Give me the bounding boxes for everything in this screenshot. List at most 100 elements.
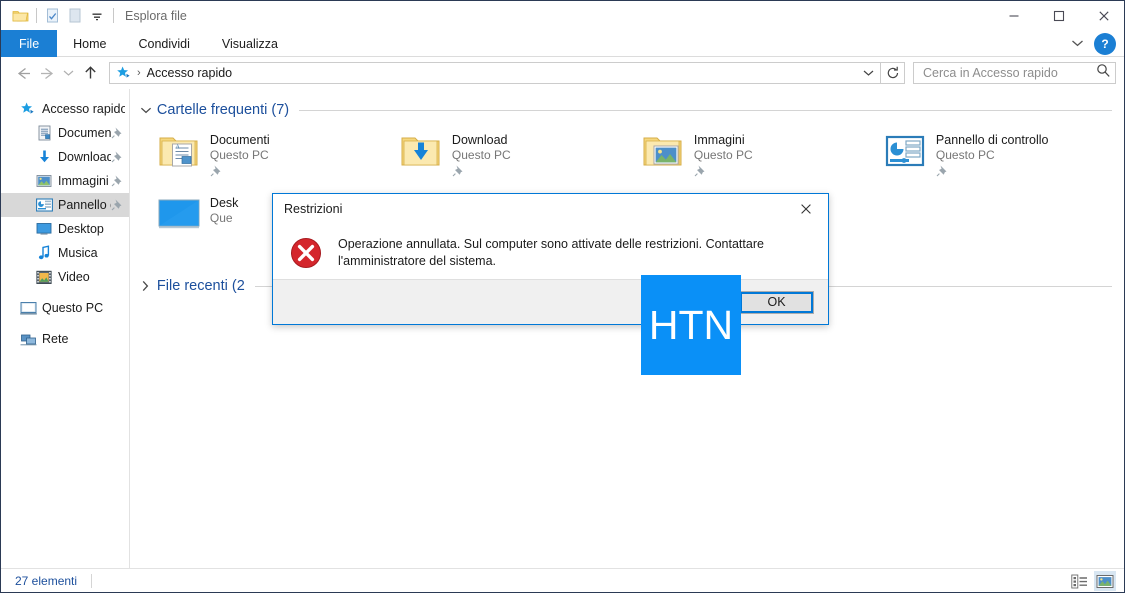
file-list-pane[interactable]: Cartelle frequenti (7) A Documenti Quest… [129,89,1124,568]
sidebar-item-documenti[interactable]: Documenti [1,121,129,145]
tab-file[interactable]: File [1,30,58,57]
pictures-icon [35,172,53,190]
navigation-pane[interactable]: Accesso rapido Documenti [1,89,130,568]
minimize-button[interactable] [991,1,1036,30]
tile-location: Questo PC [451,148,511,162]
folder-documents-icon: A [158,134,200,174]
sidebar-item-video[interactable]: Video [1,265,129,289]
dialog-body: Operazione annullata. Sul computer sono … [273,224,828,279]
tile-text: Documenti Questo PC [210,131,270,182]
sidebar-item-label: Accesso rapido [42,102,125,116]
sidebar-item-immagini[interactable]: Immagini [1,169,129,193]
sidebar-item-pannello-di-controllo[interactable]: Pannello di cont [1,193,129,217]
desktop-thumbnail-icon [158,197,200,237]
breadcrumb-current[interactable]: Accesso rapido [147,66,232,80]
nav-spacer-1 [1,289,129,296]
tile-name: Immagini [693,133,745,147]
pin-icon[interactable] [111,174,125,188]
htn-watermark: HTN [641,275,741,375]
group-header-cartelle-frequenti[interactable]: Cartelle frequenti (7) [138,98,1124,122]
address-bar: › Accesso rapido [1,58,1124,88]
forward-button[interactable] [35,61,59,85]
expand-ribbon-chevron-down-icon[interactable] [1064,32,1090,56]
pin-icon [452,164,511,182]
tile-text: Desk Que [210,194,238,225]
restrizioni-dialog: Restrizioni Operazione annullata. Sul co… [272,193,829,325]
sidebar-item-download[interactable]: Download [1,145,129,169]
status-bar: 27 elementi [1,568,1124,592]
list-item[interactable]: Pannello di controllo Questo PC [884,131,1124,183]
tile-text: Pannello di controllo Questo PC [936,131,1049,182]
pin-icon[interactable] [111,126,125,140]
chevron-down-icon[interactable] [138,102,154,118]
dialog-close-icon[interactable] [783,194,828,224]
quick-access-star-icon [116,65,132,81]
sidebar-item-label: Video [58,270,90,284]
large-icons-view-button[interactable] [1094,571,1116,591]
tab-home[interactable]: Home [57,30,122,57]
details-view-button[interactable] [1068,571,1090,591]
properties-icon[interactable] [42,5,64,27]
address-dropdown-chevron-down-icon[interactable] [858,63,878,83]
tile-location: Que [209,211,233,225]
explorer-window: Esplora file File Home Condividi Visuali… [0,0,1125,593]
pin-icon [210,164,270,182]
folder-download-icon [400,134,442,174]
close-button[interactable] [1081,1,1124,30]
breadcrumb-separator: › [137,67,141,79]
sidebar-item-questo-pc[interactable]: Questo PC [1,296,129,320]
sidebar-item-label: Pannello di cont [58,198,111,212]
sidebar-item-label: Documenti [58,126,111,140]
sidebar-item-accesso-rapido[interactable]: Accesso rapido [1,97,129,121]
tab-visualizza[interactable]: Visualizza [206,30,294,57]
maximize-button[interactable] [1036,1,1081,30]
this-pc-icon [19,299,37,317]
qat-separator-1 [36,8,37,23]
tile-text: Immagini Questo PC [694,131,753,182]
error-icon [290,237,322,269]
tile-location: Questo PC [693,148,753,162]
list-item[interactable]: Immagini Questo PC [642,131,884,183]
group-title: File recenti (2 [156,278,245,294]
ok-button[interactable]: OK [739,290,814,314]
sidebar-item-rete[interactable]: Rete [1,327,129,351]
up-button[interactable] [77,61,103,85]
list-item[interactable]: Download Questo PC [400,131,642,183]
chevron-right-icon[interactable] [138,278,154,294]
help-button[interactable]: ? [1094,32,1116,55]
tab-condividi[interactable]: Condividi [123,30,206,57]
control-panel-icon [35,196,53,214]
video-icon [35,268,53,286]
pin-icon [694,164,753,182]
sidebar-item-label: Download [58,150,111,164]
control-panel-icon [884,134,926,174]
dialog-footer: OK [273,279,828,324]
address-path-box[interactable]: › Accesso rapido [109,62,881,84]
search-icon[interactable] [1096,63,1111,83]
back-button[interactable] [11,61,35,85]
search-input[interactable] [921,65,1096,81]
download-icon [35,148,53,166]
nav-spacer-2 [1,320,129,327]
tile-name: Pannello di controllo [935,133,1049,147]
refresh-button[interactable] [881,62,905,84]
pin-icon[interactable] [111,198,125,212]
group-rule [299,109,1112,111]
recent-locations-chevron-down-icon[interactable] [59,61,77,85]
tile-name: Documenti [209,133,270,147]
new-folder-icon[interactable] [64,5,86,27]
pin-icon[interactable] [111,150,125,164]
sidebar-item-label: Immagini [58,174,109,188]
tile-name: Download [451,133,508,147]
htn-watermark-text: HTN [648,301,734,348]
list-item[interactable]: A Documenti Questo PC [158,131,400,183]
window-controls [991,1,1124,30]
customize-qat-dropdown-icon[interactable] [86,5,108,27]
search-box[interactable] [913,62,1116,84]
dialog-title-bar: Restrizioni [273,194,828,224]
sidebar-item-desktop[interactable]: Desktop [1,217,129,241]
sidebar-item-label: Rete [42,332,69,346]
explorer-icon[interactable] [9,5,31,27]
sidebar-item-musica[interactable]: Musica [1,241,129,265]
title-bar: Esplora file [1,1,1124,30]
